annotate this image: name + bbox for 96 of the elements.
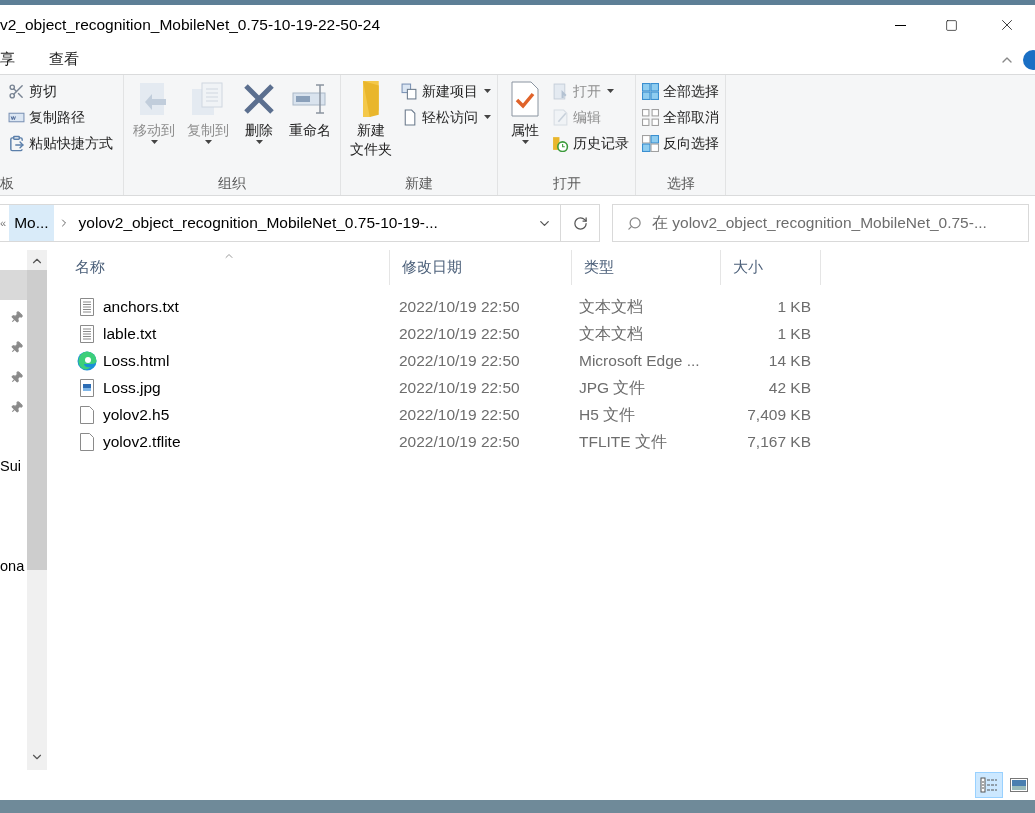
ribbon-button[interactable]: 全部选择 xyxy=(642,78,719,104)
ribbon-button[interactable]: 粘贴快捷方式 xyxy=(8,130,113,156)
file-type: JPG 文件 xyxy=(579,378,646,396)
modified-date: 2022/10/19 22:50 xyxy=(399,351,520,369)
ribbon-button[interactable]: 历史记录 xyxy=(552,130,629,156)
image-file-icon xyxy=(79,378,95,397)
file-size: 1 KB xyxy=(777,296,811,317)
breadcrumb[interactable]: Mo... xyxy=(9,205,54,241)
caret-icon xyxy=(150,140,158,144)
file-row[interactable]: yolov2.h5 2022/10/19 22:50 H5 文件 7,409 KB xyxy=(63,401,1035,428)
file-size: 1 KB xyxy=(777,323,811,344)
window-title: v2_object_recognition_MobileNet_0.75-10-19-22-50-24 xyxy=(0,15,380,36)
caret-icon xyxy=(484,89,491,93)
column-header[interactable]: 名称 xyxy=(63,250,390,285)
picture-view-icon xyxy=(1010,777,1028,793)
scrollbar[interactable] xyxy=(27,250,47,770)
column-header[interactable]: 大小 xyxy=(721,250,821,285)
ribbon-button[interactable]: 剪切 xyxy=(8,78,113,104)
select-none-icon xyxy=(642,108,659,126)
modified-date: 2022/10/19 22:50 xyxy=(399,297,520,315)
file-name: Loss.html xyxy=(103,350,170,371)
ribbon-button[interactable]: 全部取消 xyxy=(642,104,719,130)
nav-item[interactable]: ona xyxy=(0,552,27,582)
ribbon-button[interactable]: 属性 xyxy=(504,75,546,173)
search-field[interactable]: 在 yolov2_object_recognition_MobileNet_0.75-... xyxy=(612,204,1029,242)
ribbon-button[interactable]: 反向选择 xyxy=(642,130,719,156)
edit-icon xyxy=(552,108,569,126)
modified-date: 2022/10/19 22:50 xyxy=(399,432,520,450)
ribbon-button[interactable]: 删除 xyxy=(238,75,280,173)
file-name: yolov2.tflite xyxy=(103,431,181,452)
overflow-chevron[interactable]: « xyxy=(0,205,10,241)
file-row[interactable]: Loss.jpg 2022/10/19 22:50 JPG 文件 42 KB xyxy=(63,374,1035,401)
ribbon-button[interactable]: 新建 文件夹 xyxy=(347,75,395,173)
file-name: lable.txt xyxy=(103,323,157,344)
caret-icon xyxy=(204,140,212,144)
refresh-icon xyxy=(572,215,588,231)
nav-item[interactable]: Sui xyxy=(0,452,27,482)
browser-file-icon xyxy=(77,350,97,371)
file-type: 文本文档 xyxy=(579,324,643,342)
ribbon-button[interactable]: 新建项目 xyxy=(401,78,491,104)
column-header[interactable]: 类型 xyxy=(572,250,721,285)
breadcrumb[interactable]: yolov2_object_recognition_MobileNet_0.75-10-19-... xyxy=(73,205,443,241)
file-name: yolov2.h5 xyxy=(103,404,170,425)
file-size: 7,409 KB xyxy=(747,404,811,425)
file-size: 7,167 KB xyxy=(747,431,811,452)
new-item-icon xyxy=(401,82,418,100)
file-name: Loss.jpg xyxy=(103,377,161,398)
folder-icon xyxy=(363,81,379,117)
group-label: 打开 xyxy=(552,174,581,193)
caret-icon xyxy=(607,89,614,93)
ribbon-tab[interactable]: 查看 xyxy=(35,48,93,71)
ribbon-button[interactable]: 重命名 xyxy=(286,75,334,173)
file-name: anchors.txt xyxy=(103,296,179,317)
select-all-icon xyxy=(642,82,659,100)
file-row[interactable]: lable.txt 2022/10/19 22:50 文本文档 1 KB xyxy=(63,320,1035,347)
maximize-icon xyxy=(944,18,958,32)
rename-icon xyxy=(292,81,328,117)
modified-date: 2022/10/19 22:50 xyxy=(399,378,520,396)
history-icon xyxy=(552,134,569,152)
scissors-icon xyxy=(8,82,25,100)
file-type: TFLITE 文件 xyxy=(579,432,667,450)
file-icon xyxy=(79,405,95,424)
group-label: 板 xyxy=(0,174,14,193)
minimize-icon xyxy=(894,24,906,26)
text-file-icon xyxy=(79,297,95,316)
ribbon-tab[interactable]: 享 xyxy=(0,48,35,71)
file-type: H5 文件 xyxy=(579,405,636,423)
file-size: 14 KB xyxy=(768,350,811,371)
scrollbar-thumb[interactable] xyxy=(27,270,47,570)
file-size: 42 KB xyxy=(768,377,811,398)
column-header[interactable]: 修改日期 xyxy=(390,250,572,285)
group-label: 新建 xyxy=(405,174,433,193)
file-type: 文本文档 xyxy=(579,297,643,315)
caret-icon xyxy=(484,115,491,119)
ribbon-button[interactable]: 轻松访问 xyxy=(401,104,491,130)
group-label: 组织 xyxy=(218,174,246,193)
text-file-icon xyxy=(79,324,95,343)
file-icon xyxy=(79,432,95,451)
address-bar[interactable]: « Mo... yolov2_object_recognition_MobileNet_0.75-10-19-... xyxy=(0,204,600,242)
open-icon xyxy=(552,82,569,100)
view-button[interactable] xyxy=(975,772,1003,798)
search-icon xyxy=(627,215,642,231)
file-row[interactable]: anchors.txt 2022/10/19 22:50 文本文档 1 KB xyxy=(63,293,1035,320)
file-row[interactable]: yolov2.tflite 2022/10/19 22:50 TFLITE 文件 7,167 KB xyxy=(63,428,1035,455)
group-label: 选择 xyxy=(666,174,695,193)
file-row[interactable]: Loss.html 2022/10/19 22:50 Microsoft Edge ... 14 KB xyxy=(63,347,1035,374)
invert-selection-icon xyxy=(642,134,659,152)
copy-document-icon xyxy=(190,81,226,117)
clipboard-icon xyxy=(8,134,25,152)
caret-icon xyxy=(255,140,263,144)
file-type: Microsoft Edge ... xyxy=(579,351,700,369)
ribbon-button[interactable]: 复制路径 xyxy=(8,104,113,130)
caret-icon xyxy=(521,140,529,144)
modified-date: 2022/10/19 22:50 xyxy=(399,405,520,423)
modified-date: 2022/10/19 22:50 xyxy=(399,324,520,342)
details-view-icon xyxy=(980,777,998,793)
